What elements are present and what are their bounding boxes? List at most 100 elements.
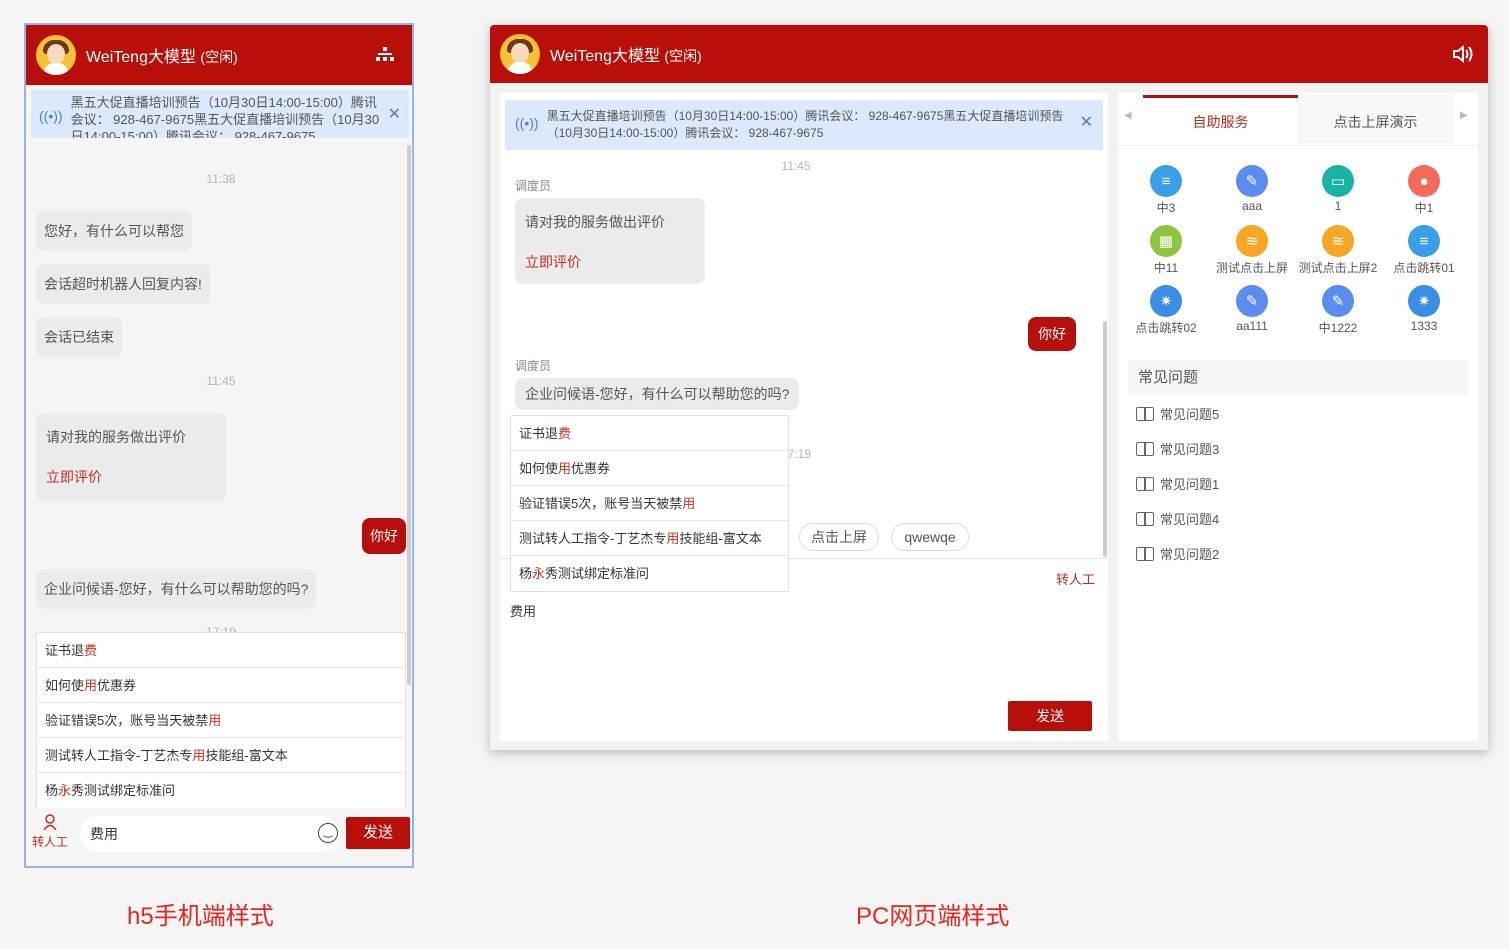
faq-label: 常见问题1: [1160, 477, 1220, 492]
pc-header: WeiTeng大模型 (空闲): [490, 25, 1488, 83]
tab-prev-arrow[interactable]: ◀: [1124, 110, 1132, 121]
suggestion-text: 技能组-富文本: [205, 748, 288, 763]
service-tile[interactable]: ✎ 中1222: [1295, 285, 1381, 345]
book-icon: [1136, 511, 1154, 526]
suggestion-item[interactable]: 证书退费: [37, 633, 405, 668]
service-tile[interactable]: ✎ aaa: [1209, 165, 1295, 225]
close-icon[interactable]: ✕: [388, 106, 401, 123]
suggestion-text: 测试转人工指令-丁艺杰专: [45, 748, 193, 763]
bot-status: (空闲): [664, 48, 702, 64]
suggestion-item[interactable]: 如何使用优惠券: [511, 451, 788, 486]
service-tile[interactable]: ≡ 中3: [1123, 165, 1209, 225]
pc-chat-window: WeiTeng大模型 (空闲) ((•)) 黑五大促直播培训预告（10月30日1…: [490, 25, 1488, 750]
transfer-agent-button[interactable]: 转人工: [30, 814, 70, 850]
notice-banner: ((•)) 黑五大促直播培训预告（10月30日14:00-15:00）腾讯会议：…: [505, 100, 1103, 150]
service-grid: ≡ 中3 ✎ aaa ▭ 1 ● 中1 ▦ 中11 ≋ 测试点击上屏 ≋ 测试点击上屏2 ≡ 点击跳转01 ✷ 点…: [1123, 165, 1468, 345]
rate-now-link[interactable]: 立即评价: [46, 467, 216, 487]
faq-item[interactable]: 常见问题3: [1136, 431, 1466, 466]
timestamp: 11:38: [206, 172, 236, 186]
service-tile[interactable]: ▭ 1: [1295, 165, 1381, 225]
message-input[interactable]: 费用: [510, 601, 1090, 691]
speaker-icon[interactable]: [1452, 45, 1474, 63]
suggestion-list: 证书退费 如何使用优惠券 验证错误5次，账号当天被禁用 测试转人工指令-丁艺杰专用技能…: [510, 415, 789, 592]
suggestion-highlight: 费: [84, 643, 98, 658]
suggestion-item[interactable]: 验证错误5次，账号当天被禁用: [511, 486, 788, 521]
quick-reply-chip[interactable]: 点击上屏: [799, 523, 879, 551]
quick-reply-chip[interactable]: qwewqe: [891, 523, 969, 551]
side-panel: ◀ 自助服务 点击上屏演示 ▶ ≡ 中3 ✎ aaa ▭ 1 ● 中1 ▦ 中11 ≋ 测试点击上屏 ≋…: [1118, 93, 1478, 741]
faq-item[interactable]: 常见问题5: [1136, 396, 1466, 431]
suggestion-item[interactable]: 证书退费: [511, 416, 788, 451]
bot-name: WeiTeng大模型: [86, 49, 196, 66]
scrollbar[interactable]: [1103, 321, 1107, 557]
suggestion-highlight: 用: [558, 461, 572, 476]
service-tile[interactable]: ✷ 点击跳转02: [1123, 285, 1209, 345]
tab-self-service[interactable]: 自助服务: [1143, 95, 1298, 143]
faq-header: 常见问题: [1128, 360, 1468, 395]
faq-item[interactable]: 常见问题4: [1136, 501, 1466, 536]
suggestion-item[interactable]: 杨永秀测试绑定标准问: [37, 773, 405, 808]
bot-message: 会话超时机器人回复内容!: [36, 264, 210, 304]
close-icon[interactable]: ✕: [1080, 114, 1093, 131]
service-tile-label: 中1: [1414, 201, 1434, 215]
avatar: [36, 35, 76, 75]
suggestion-highlight: 用: [666, 531, 680, 546]
caption-mobile: h5手机端样式: [127, 903, 274, 930]
rating-card: 请对我的服务做出评价 立即评价: [36, 413, 226, 501]
bot-message: 会话已结束: [36, 317, 122, 357]
mobile-chat-window: WeiTeng大模型 (空闲) ((•)) 黑五大促直播培训预告（10月30日1…: [24, 23, 414, 868]
service-tile-label: 测试点击上屏2: [1298, 261, 1378, 275]
user-message: 你好: [362, 518, 406, 554]
broadcast-icon: ((•)): [39, 108, 63, 124]
broadcast-icon: ((•)): [515, 115, 539, 131]
notice-banner: ((•)) 黑五大促直播培训预告（10月30日14:00-15:00）腾讯会议：…: [31, 90, 409, 138]
input-value: 费用: [90, 826, 118, 842]
avatar: [500, 34, 540, 74]
tab-click-demo[interactable]: 点击上屏演示: [1298, 95, 1453, 143]
suggestion-item[interactable]: 测试转人工指令-丁艺杰专用技能组-富文本: [37, 738, 405, 773]
faq-item[interactable]: 常见问题2: [1136, 536, 1466, 571]
service-tile-label: 点击跳转02: [1135, 321, 1197, 335]
suggestion-text: 测试转人工指令-丁艺杰专: [519, 531, 667, 546]
service-tile-label: aa111: [1236, 319, 1268, 333]
transfer-label: 转人工: [31, 835, 68, 849]
service-tile[interactable]: ● 中1: [1381, 165, 1467, 225]
mobile-header: WeiTeng大模型 (空闲): [26, 25, 412, 85]
person-icon: ●: [1408, 165, 1440, 197]
suggestion-highlight: 费: [558, 426, 572, 441]
suggestion-text: 如何使: [519, 461, 559, 476]
emoji-icon[interactable]: ‿: [318, 823, 338, 843]
faq-label: 常见问题2: [1160, 547, 1220, 562]
book-icon: [1136, 546, 1154, 561]
service-tile-label: 1333: [1410, 319, 1438, 333]
mobile-input-bar: 转人工 费用 ‿ 发送: [26, 808, 412, 866]
chart-icon: ▭: [1322, 165, 1354, 197]
send-button[interactable]: 发送: [346, 817, 410, 849]
grid-icon: ▦: [1150, 225, 1182, 257]
suggestion-text: 秀测试绑定标准问: [545, 566, 650, 581]
service-tile[interactable]: ✎ aa111: [1209, 285, 1295, 345]
bot-message: 您好，有什么可以帮您: [36, 211, 192, 251]
timestamp: 11:45: [781, 159, 811, 173]
suggestion-item[interactable]: 如何使用优惠券: [37, 668, 405, 703]
suggestion-item[interactable]: 验证错误5次，账号当天被禁用: [37, 703, 405, 738]
transfer-agent-link[interactable]: 转人工: [1056, 569, 1095, 588]
service-tile[interactable]: ≋ 测试点击上屏: [1209, 225, 1295, 285]
menu-tree-icon[interactable]: [376, 47, 394, 63]
book-icon: [1136, 476, 1154, 491]
scrollbar[interactable]: [407, 145, 411, 685]
rate-now-link[interactable]: 立即评价: [525, 252, 695, 272]
service-tile-label: 中11: [1153, 261, 1179, 275]
suggestion-text: 优惠券: [571, 461, 611, 476]
service-tile[interactable]: ≡ 点击跳转01: [1381, 225, 1467, 285]
message-input[interactable]: 费用: [80, 816, 340, 852]
suggestion-item[interactable]: 杨永秀测试绑定标准问: [511, 556, 788, 591]
tab-next-arrow[interactable]: ▶: [1460, 110, 1468, 121]
suggestion-item[interactable]: 测试转人工指令-丁艺杰专用技能组-富文本: [511, 521, 788, 556]
service-tile[interactable]: ≋ 测试点击上屏2: [1295, 225, 1381, 285]
service-tile[interactable]: ▦ 中11: [1123, 225, 1209, 285]
suggestion-text: 技能组-富文本: [679, 531, 762, 546]
faq-item[interactable]: 常见问题1: [1136, 466, 1466, 501]
service-tile[interactable]: ✷ 1333: [1381, 285, 1467, 345]
send-button[interactable]: 发送: [1008, 701, 1092, 731]
